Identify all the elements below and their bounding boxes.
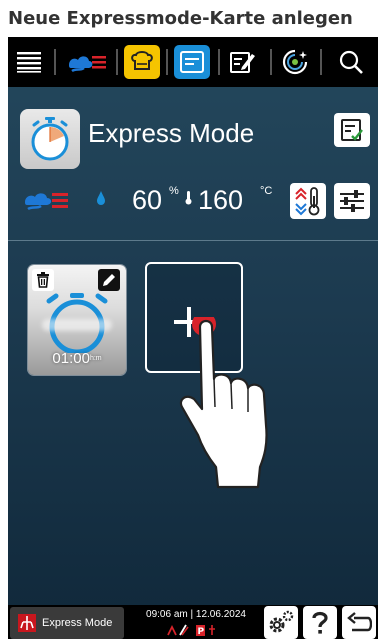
pencil-icon [103, 274, 115, 286]
toolbar-divider [54, 49, 56, 75]
search-icon [339, 50, 363, 74]
thermometer-icon [185, 191, 192, 205]
toolbar-divider [218, 49, 220, 75]
toolbar-divider [320, 49, 322, 75]
climate-icon [69, 56, 106, 73]
timer-icon [31, 117, 69, 161]
page-title: Neue Expressmode-Karte anlegen [8, 8, 353, 29]
trash-icon [37, 272, 49, 288]
notes-icon [230, 52, 255, 73]
menu-icon [17, 52, 41, 73]
toolbar-divider [116, 49, 118, 75]
rational-logo-icon [18, 614, 36, 632]
search-button[interactable] [334, 45, 368, 79]
temperature-value: 160 [198, 185, 244, 215]
edit-list-icon [341, 119, 363, 141]
back-button[interactable] [342, 606, 376, 639]
status-icons: P [167, 624, 215, 637]
cook-mode-icon [131, 51, 153, 70]
menu-button[interactable] [14, 45, 44, 79]
humidity-drop-icon [97, 191, 105, 205]
cooking-parameters-button[interactable] [334, 183, 370, 219]
smart-icon [282, 49, 308, 75]
humidity-value: 60 [132, 185, 163, 215]
sliders-icon [340, 190, 364, 212]
edit-list-button[interactable] [334, 113, 370, 147]
clock-date: 12.06.2024 [195, 609, 246, 620]
clock-time: 09:06 am [146, 609, 188, 620]
card-time-unit: h:m [89, 355, 102, 362]
smart-button[interactable] [278, 45, 312, 79]
mode-title: Express Mode [88, 118, 255, 148]
card-time: 01:00h:m [28, 349, 126, 369]
card-delete-button[interactable] [32, 269, 54, 291]
cook-mode-button[interactable] [124, 45, 160, 79]
device-screen: Express Mode 60 % 160 °C 01:00h:m Expres… [8, 37, 378, 639]
card-time-value: 01:00 [52, 350, 90, 367]
express-mode-card[interactable]: 01:00h:m [28, 265, 126, 375]
help-button[interactable] [303, 606, 337, 639]
help-icon [312, 611, 328, 634]
express-mode-button[interactable] [174, 45, 210, 79]
express-mode-icon-box [20, 109, 80, 169]
toolbar-divider [270, 49, 272, 75]
climate-row: 60 % 160 °C [8, 177, 378, 223]
climate-button[interactable] [64, 45, 110, 79]
climate-icon [25, 193, 68, 211]
top-toolbar [8, 37, 378, 87]
settings-icon [269, 610, 294, 632]
current-mode-tab[interactable]: Express Mode [10, 607, 124, 639]
back-icon [347, 611, 372, 631]
pointing-hand-icon [179, 317, 268, 489]
card-name-blurred [42, 319, 112, 331]
core-temperature-button[interactable] [290, 183, 326, 219]
card-edit-button[interactable] [98, 269, 120, 291]
svg-text:P: P [198, 627, 205, 637]
settings-button[interactable] [264, 606, 298, 639]
toolbar-divider [166, 49, 168, 75]
current-mode-label: Express Mode [42, 617, 113, 629]
core-temperature-icon [295, 187, 320, 216]
express-mode-icon [180, 51, 204, 73]
bottom-bar: Express Mode 09:06 am | 12.06.2024 P [8, 605, 378, 639]
humidity-unit: % [169, 185, 179, 197]
notes-button[interactable] [226, 45, 260, 79]
clock: 09:06 am | 12.06.2024 [132, 608, 260, 621]
divider [8, 240, 378, 241]
temperature-unit: °C [260, 185, 273, 197]
